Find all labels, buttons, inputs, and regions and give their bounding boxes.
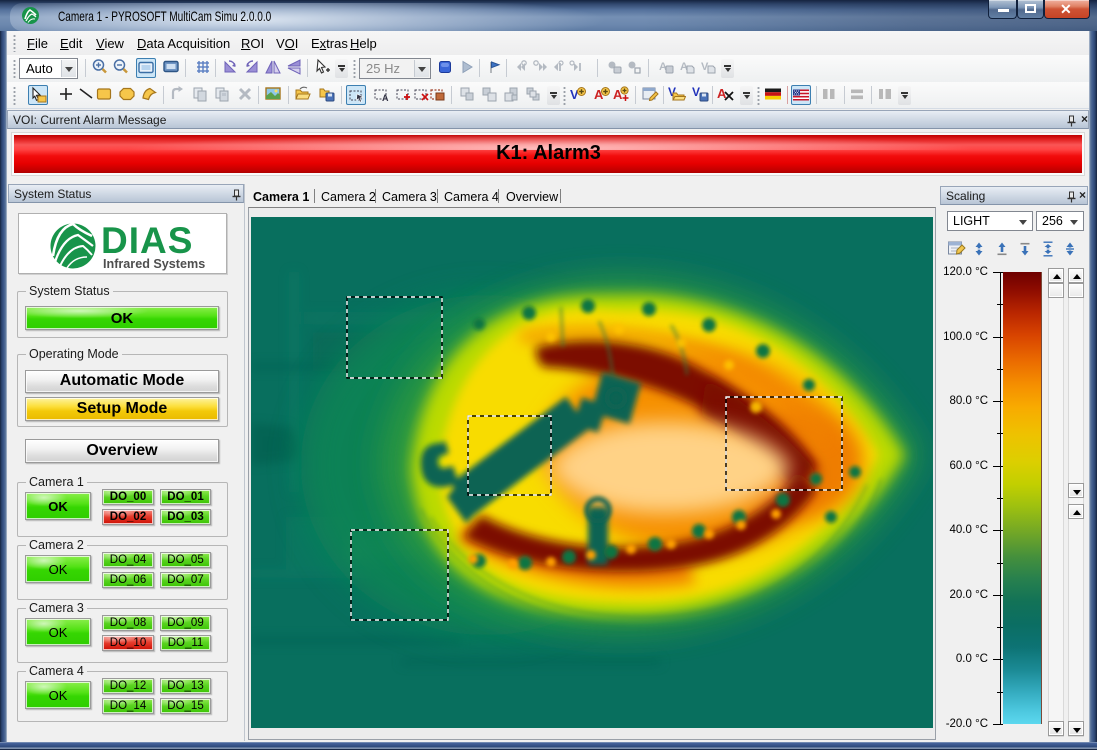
svg-text:Infrared Systems: Infrared Systems <box>103 257 205 271</box>
svg-text:V: V <box>692 85 700 99</box>
svg-text:DIAS: DIAS <box>101 220 193 261</box>
svg-text:A: A <box>382 93 389 103</box>
